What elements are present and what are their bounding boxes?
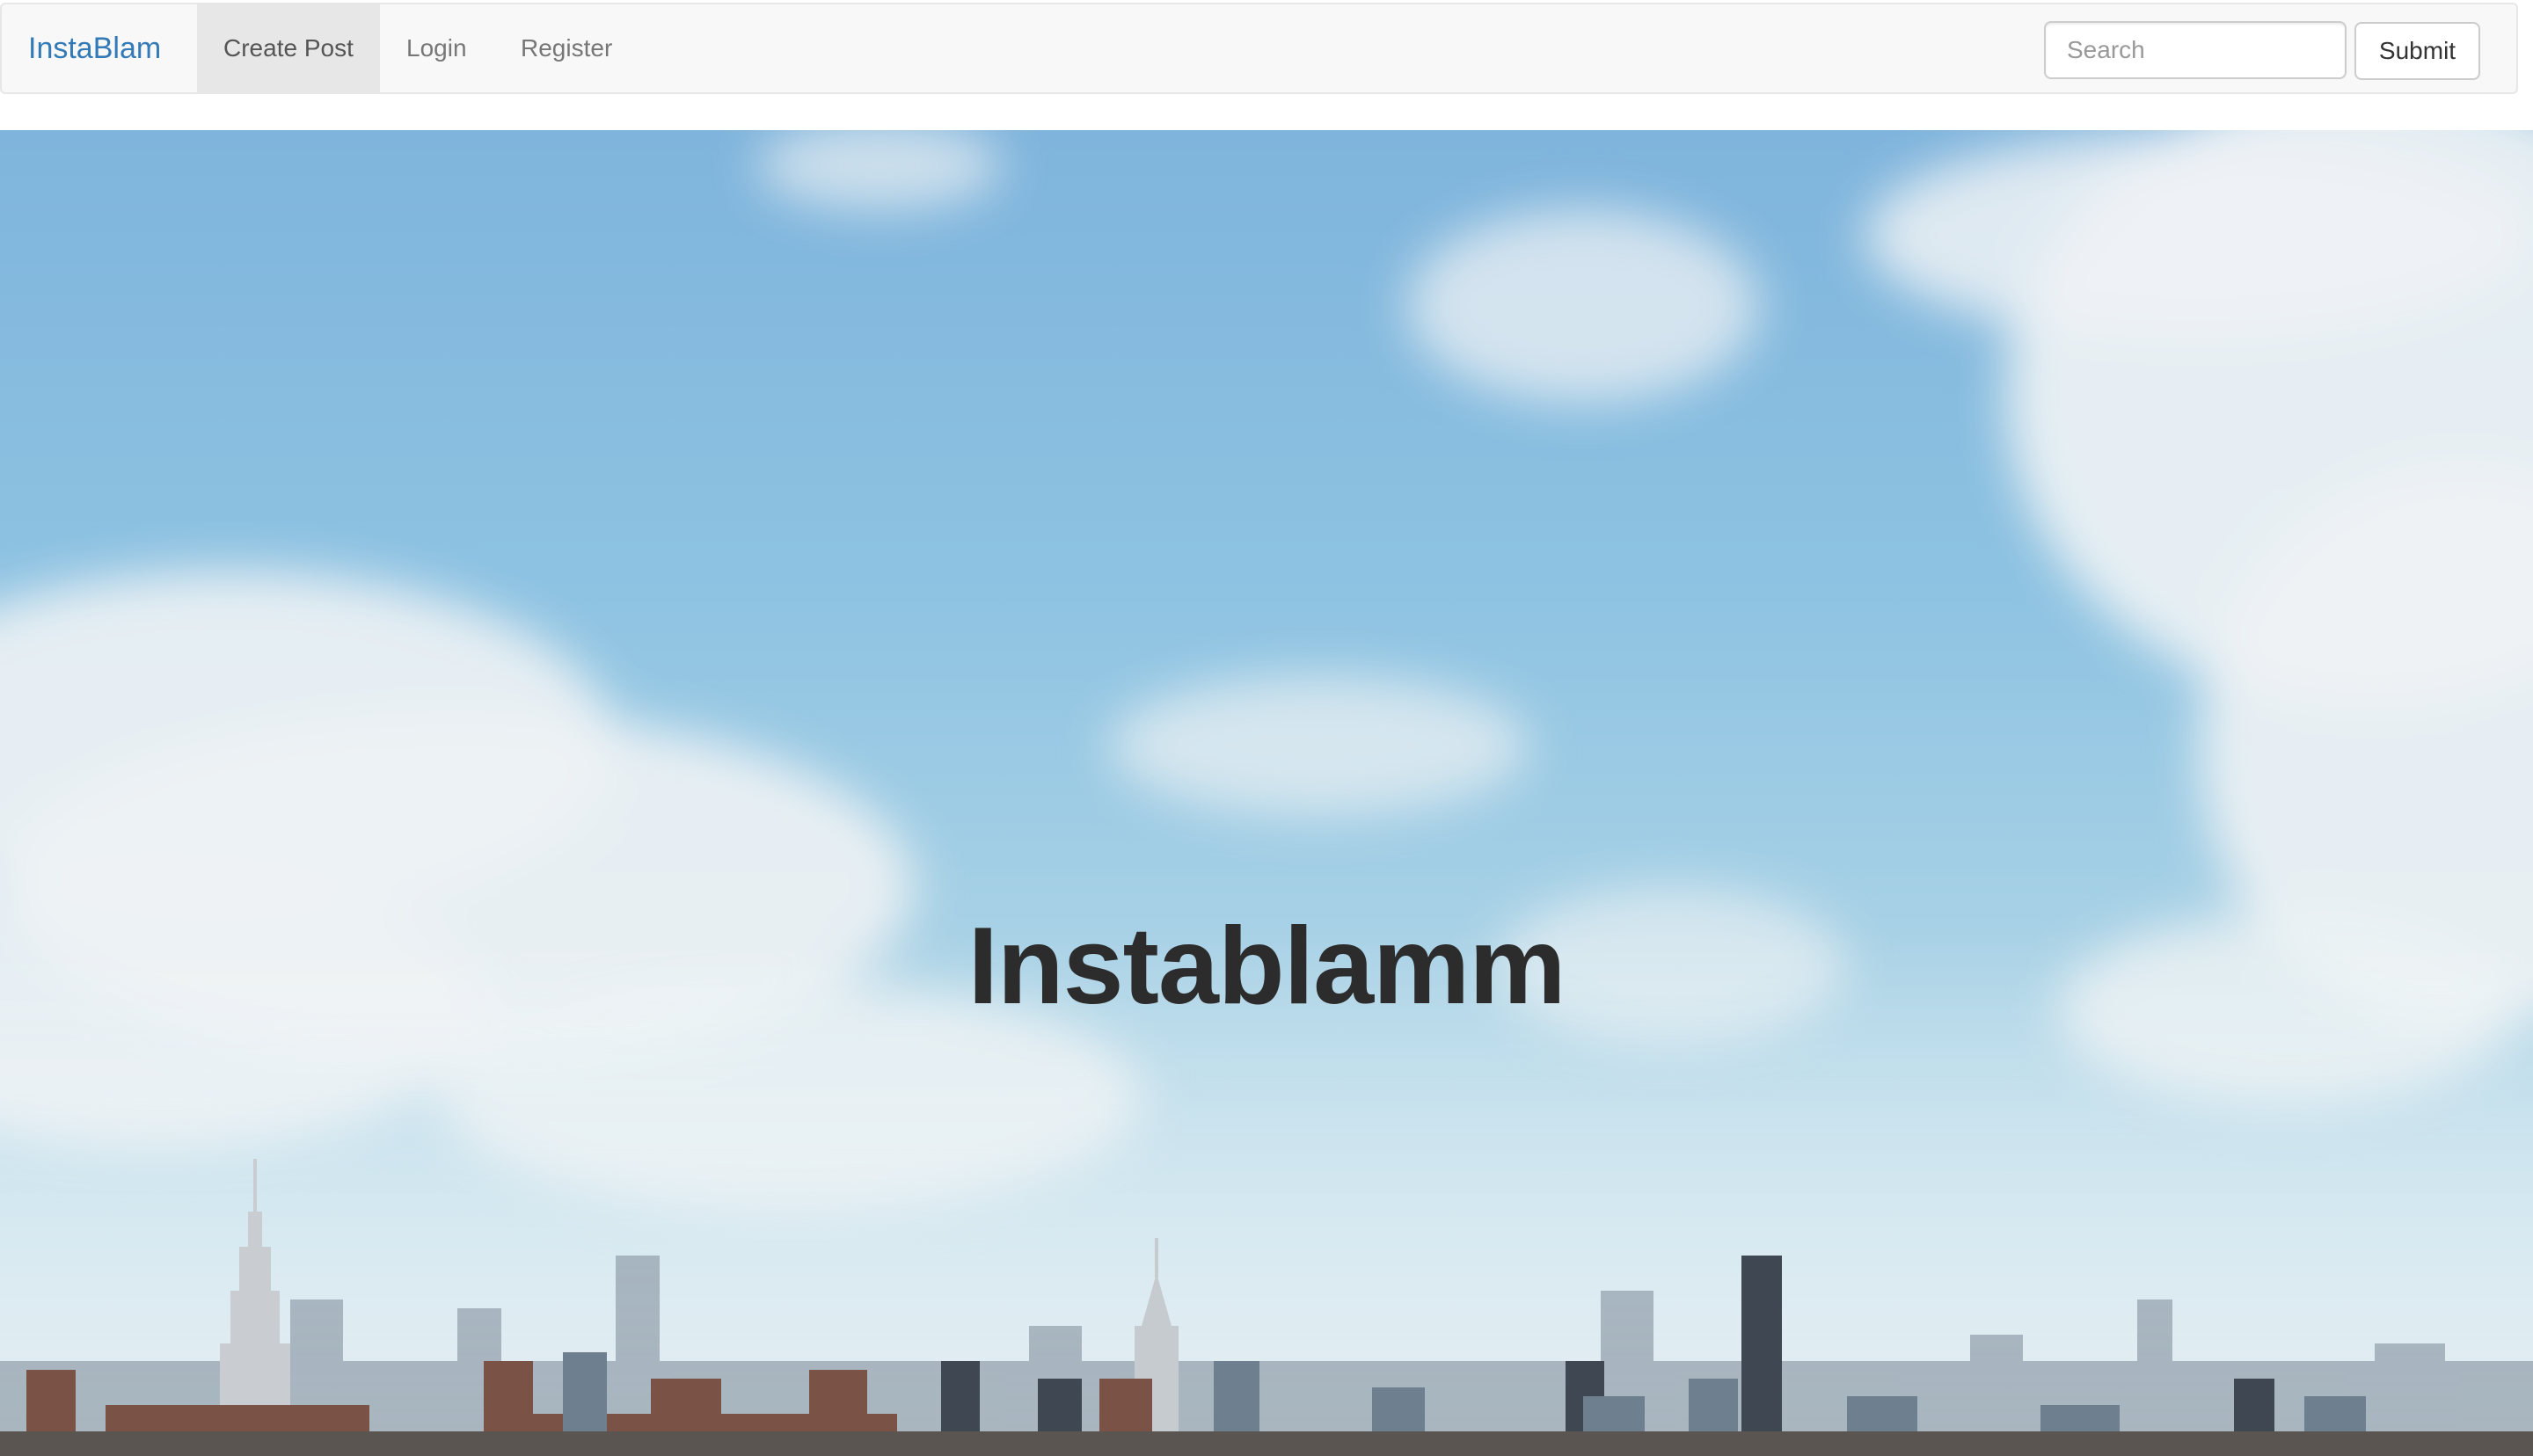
nav-item-login[interactable]: Login	[380, 4, 493, 92]
hero-title: Instablamm	[967, 906, 1566, 1027]
top-navbar: InstaBlam Create Post Login Register Sub…	[0, 3, 2518, 94]
search-input[interactable]	[2044, 21, 2347, 79]
submit-button[interactable]: Submit	[2354, 22, 2480, 80]
nav-item-register[interactable]: Register	[494, 4, 639, 92]
hero-section: Instablamm	[0, 130, 2533, 1456]
nav-item-create-post[interactable]: Create Post	[197, 4, 380, 92]
skyline-background-image	[0, 130, 2533, 1456]
brand-link[interactable]: InstaBlam	[2, 4, 187, 92]
